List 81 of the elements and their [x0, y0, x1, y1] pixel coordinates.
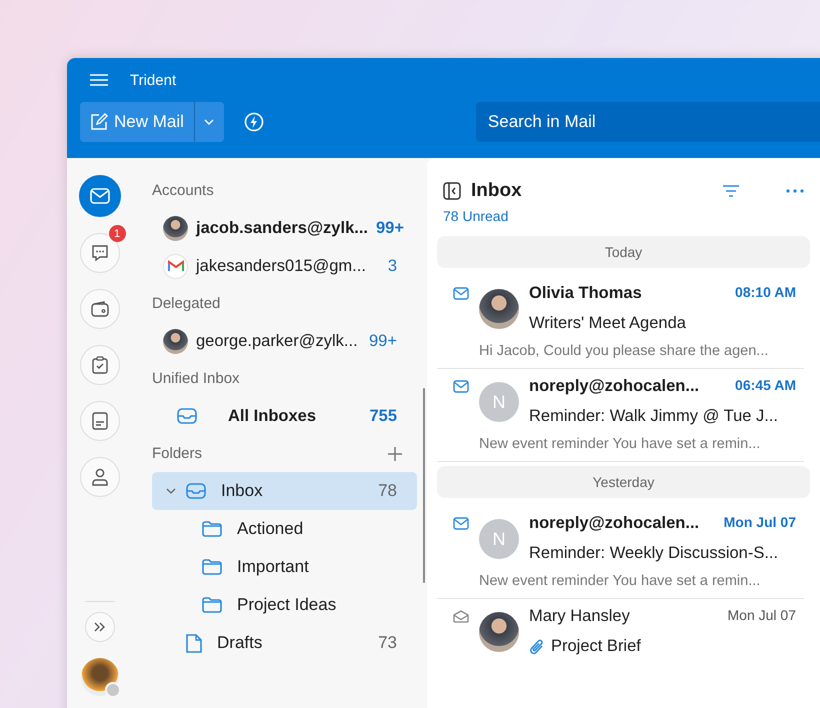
avatar: [479, 289, 519, 329]
tasks-nav-button[interactable]: [80, 345, 120, 385]
folder-item[interactable]: Important: [152, 548, 417, 586]
message-time: 08:10 AM: [735, 284, 796, 302]
account-item[interactable]: All Inboxes 755: [152, 397, 417, 435]
section-header: Accounts: [152, 181, 215, 201]
message-time: 06:45 AM: [735, 377, 796, 395]
message-item[interactable]: N noreply@zohocalen... 06:45 AM Reminder: Walk Jimmy @ Tue J... New event reminder You have set a remin...: [437, 369, 804, 462]
more-icon[interactable]: [786, 189, 804, 193]
avatar: [163, 216, 188, 240]
sender-name: noreply@zohocalen...: [529, 514, 700, 533]
envelope-icon: [453, 287, 469, 300]
folder-icon: [202, 521, 222, 537]
avatar: [479, 612, 519, 652]
compose-icon: [90, 113, 108, 131]
message-preview: New event reminder You have set a remin...: [479, 436, 762, 452]
folder-icon: [202, 559, 222, 575]
document-icon: [186, 634, 202, 652]
folder-icon: [202, 597, 222, 613]
add-icon[interactable]: [387, 446, 403, 462]
section-header: Unified Inbox: [152, 369, 241, 389]
mail-nav-button[interactable]: [78, 175, 120, 217]
window-title: Trident: [130, 72, 176, 88]
message-subject: Reminder: Weekly Discussion-S...: [529, 544, 778, 563]
message-subject: Reminder: Walk Jimmy @ Tue J...: [529, 407, 778, 426]
notification-badge: 1: [108, 225, 126, 242]
mail-logo: [163, 254, 188, 278]
inbox-icon: [177, 408, 197, 424]
folder-item[interactable]: Actioned: [152, 510, 417, 548]
envelope-icon: [453, 380, 469, 393]
double-chevron-icon: [94, 622, 106, 632]
message-item[interactable]: Olivia Thomas 08:10 AM Writers' Meet Agenda Hi Jacob, Could you please share the agen...: [437, 276, 804, 369]
collapse-pane-icon[interactable]: [443, 182, 461, 200]
expand-button[interactable]: [84, 612, 114, 642]
message-time: Mon Jul 07: [724, 514, 796, 532]
date-group-header: Today: [437, 236, 810, 268]
list-title: Inbox: [471, 180, 522, 202]
account-item[interactable]: jacob.sanders@zylk... 99+: [152, 209, 417, 247]
clipboard-check-icon: [92, 356, 108, 374]
folder-item[interactable]: Drafts 73: [152, 624, 417, 662]
avatar: [163, 328, 188, 354]
envelope-icon: [453, 517, 469, 530]
sender-name: Olivia Thomas: [529, 284, 642, 303]
caret-icon: [204, 119, 214, 125]
message-preview: Hi Jacob, Could you please share the agen...: [479, 343, 770, 359]
avatar: N: [479, 382, 519, 422]
message-preview: New event reminder You have set a remin...: [479, 573, 762, 589]
account-item[interactable]: george.parker@zylk... 99+: [152, 322, 417, 360]
wallet-nav-button[interactable]: [80, 289, 120, 329]
notes-nav-button[interactable]: [80, 401, 120, 441]
document-icon: [92, 412, 108, 430]
envelope-icon: [90, 188, 110, 204]
person-icon: [92, 468, 108, 486]
lightning-icon[interactable]: [244, 112, 264, 132]
message-time: Mon Jul 07: [728, 607, 796, 625]
wallet-icon: [90, 301, 108, 317]
date-group-header: Yesterday: [437, 466, 810, 498]
scrollbar[interactable]: [423, 388, 425, 583]
message-item[interactable]: Mary Hansley Mon Jul 07 Project Brief: [437, 599, 804, 691]
message-subject: Writers' Meet Agenda: [529, 314, 686, 333]
sender-name: noreply@zohocalen...: [529, 377, 700, 396]
folder-item[interactable]: Inbox 78: [152, 472, 417, 510]
menu-icon[interactable]: [90, 74, 108, 86]
section-header: Folders: [152, 444, 202, 464]
sender-name: Mary Hansley: [529, 607, 630, 626]
message-subject: Project Brief: [551, 637, 641, 656]
account-item[interactable]: jakesanders015@gm... 3: [152, 247, 417, 285]
contacts-nav-button[interactable]: [80, 457, 120, 497]
unread-count[interactable]: 78 Unread: [443, 208, 508, 224]
search-field[interactable]: Search in Mail: [476, 102, 820, 142]
open-envelope-icon: [453, 610, 469, 623]
filter-icon[interactable]: [722, 184, 740, 198]
folder-item[interactable]: Project Ideas: [152, 586, 417, 624]
chat-icon: [90, 244, 108, 262]
user-avatar[interactable]: [80, 658, 118, 696]
chevron-icon[interactable]: [166, 488, 176, 494]
status-dot: [104, 682, 120, 698]
section-header: Delegated: [152, 294, 222, 314]
avatar: N: [479, 519, 519, 559]
message-item[interactable]: N noreply@zohocalen... Mon Jul 07 Reminder: Weekly Discussion-S... New event reminder You have set a remin...: [437, 506, 804, 599]
inbox-icon: [186, 483, 206, 499]
